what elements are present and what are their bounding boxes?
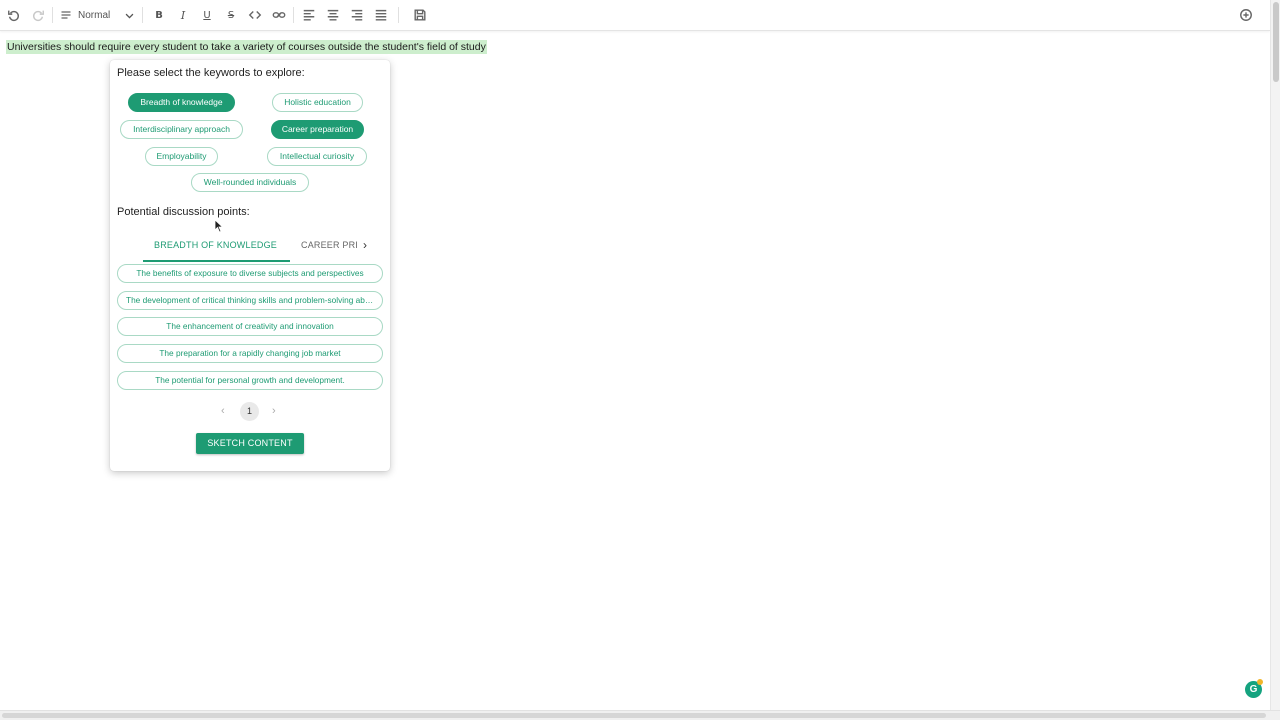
horizontal-scrollbar[interactable] (0, 710, 1280, 720)
discussion-points-title: Potential discussion points: (117, 206, 250, 218)
editor-toolbar: Normal B I U S (0, 0, 1270, 31)
keyword-chip-well-rounded-individuals[interactable]: Well-rounded individuals (191, 173, 309, 192)
bold-icon[interactable]: B (150, 6, 168, 24)
keyword-chip-breadth-of-knowledge[interactable]: Breadth of knowledge (128, 93, 235, 112)
toolbar-divider (142, 7, 143, 23)
paragraph-style-icon (61, 11, 71, 19)
vertical-scrollbar[interactable] (1270, 0, 1280, 710)
align-left-icon[interactable] (300, 6, 318, 24)
keyword-chip-holistic-education[interactable]: Holistic education (272, 93, 363, 112)
toolbar-divider (293, 7, 294, 23)
toolbar-divider (52, 7, 53, 23)
keywords-title: Please select the keywords to explore: (117, 67, 305, 79)
toolbar-divider (398, 7, 399, 23)
discussion-point[interactable]: The potential for personal growth and de… (117, 371, 383, 390)
discussion-point[interactable]: The preparation for a rapidly changing j… (117, 344, 383, 363)
underline-icon[interactable]: U (198, 6, 216, 24)
discussion-point[interactable]: The benefits of exposure to diverse subj… (117, 264, 383, 283)
horizontal-scrollbar-thumb[interactable] (2, 713, 1266, 718)
keyword-chip-intellectual-curiosity[interactable]: Intellectual curiosity (267, 147, 367, 166)
link-icon[interactable] (270, 6, 288, 24)
chevron-down-icon (125, 13, 134, 18)
pagination-page-1[interactable]: 1 (240, 402, 259, 421)
save-icon[interactable] (411, 6, 429, 24)
add-circle-icon[interactable] (1237, 6, 1255, 24)
discussion-point[interactable]: The enhancement of creativity and innova… (117, 317, 383, 336)
pagination-prev-icon[interactable]: ‹ (221, 405, 225, 417)
keyword-chip-interdisciplinary-approach[interactable]: Interdisciplinary approach (120, 120, 243, 139)
discussion-point[interactable]: The development of critical thinking ski… (117, 291, 383, 310)
align-right-icon[interactable] (348, 6, 366, 24)
notification-dot (1257, 679, 1263, 685)
redo-icon[interactable] (29, 6, 47, 24)
tab-breadth-of-knowledge[interactable]: BREADTH OF KNOWLEDGE (154, 240, 277, 250)
mouse-cursor-icon (214, 219, 224, 233)
keyword-chip-career-preparation[interactable]: Career preparation (271, 120, 364, 139)
keyword-chip-employability[interactable]: Employability (145, 147, 218, 166)
keyword-explorer-panel: Please select the keywords to explore: B… (110, 60, 390, 471)
paragraph-style-label: Normal (78, 9, 111, 21)
undo-icon[interactable] (5, 6, 23, 24)
justify-icon[interactable] (372, 6, 390, 24)
paragraph-style-select[interactable]: Normal (60, 5, 135, 25)
active-tab-indicator (143, 260, 290, 262)
document-highlighted-text[interactable]: Universities should require every studen… (6, 40, 487, 54)
strikethrough-icon[interactable]: S (222, 6, 240, 24)
vertical-scrollbar-thumb[interactable] (1273, 2, 1279, 82)
italic-icon[interactable]: I (174, 6, 192, 24)
tab-scroll-right-icon[interactable]: › (363, 238, 367, 252)
align-center-icon[interactable] (324, 6, 342, 24)
sketch-content-button[interactable]: SKETCH CONTENT (196, 433, 304, 454)
code-icon[interactable] (246, 6, 264, 24)
pagination-next-icon[interactable]: › (272, 405, 276, 417)
tab-career-preparation[interactable]: CAREER PRI (301, 240, 358, 250)
